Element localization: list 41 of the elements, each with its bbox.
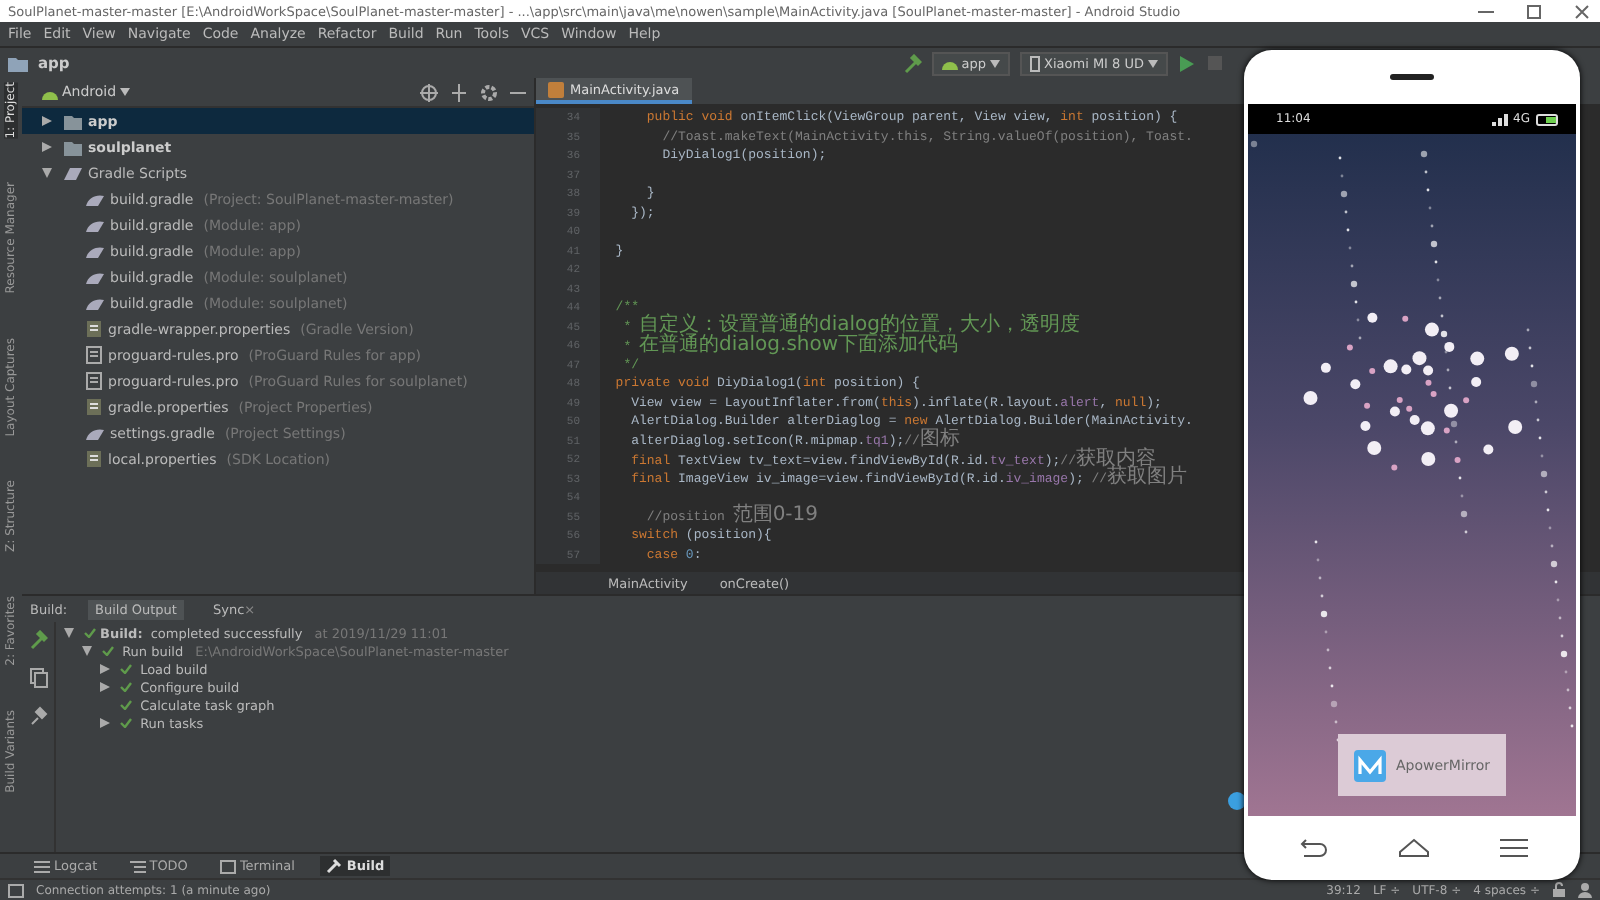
- gradle-file-icon: [86, 425, 104, 441]
- hammer-icon: [326, 858, 343, 874]
- collapsed-arrow-icon[interactable]: [100, 718, 110, 728]
- hammer-icon[interactable]: [28, 630, 48, 650]
- locate-icon[interactable]: [420, 83, 438, 101]
- java-file-icon: [548, 81, 564, 97]
- back-icon[interactable]: [1296, 838, 1329, 858]
- text-file-icon: [86, 346, 102, 364]
- run-icon[interactable]: [1178, 53, 1196, 73]
- maximize-icon[interactable]: [1524, 3, 1544, 19]
- menu-icon[interactable]: [1499, 838, 1528, 858]
- home-icon[interactable]: [1397, 838, 1430, 858]
- collapsed-arrow-icon[interactable]: [42, 116, 52, 126]
- window-icon[interactable]: [8, 883, 24, 897]
- close-icon[interactable]: [1572, 3, 1592, 19]
- scripts-folder-icon: [64, 165, 82, 181]
- collapse-icon[interactable]: [450, 83, 468, 101]
- lock-icon[interactable]: [1552, 882, 1566, 898]
- android-icon: [941, 56, 958, 70]
- checklist-icon: [129, 859, 146, 873]
- caret-icon: [1148, 59, 1158, 67]
- caret-icon: [120, 88, 131, 96]
- copy-icon[interactable]: [29, 668, 47, 688]
- collapsed-arrow-icon[interactable]: [42, 142, 52, 152]
- folder-icon: [8, 55, 28, 71]
- expanded-arrow-icon[interactable]: [42, 168, 52, 178]
- speaker-icon: [1390, 74, 1434, 80]
- properties-file-icon: [86, 320, 102, 338]
- text-file-icon: [86, 372, 102, 390]
- terminal-icon: [219, 859, 236, 873]
- phone-icon: [1030, 55, 1041, 71]
- settings-icon[interactable]: [480, 83, 498, 101]
- caret-icon: [990, 59, 1001, 67]
- hammer-icon[interactable]: [901, 53, 922, 73]
- properties-file-icon: [86, 398, 102, 416]
- properties-file-icon: [86, 450, 102, 468]
- person-icon[interactable]: [1578, 882, 1592, 898]
- battery-icon: [1536, 113, 1560, 125]
- logo-icon: [1354, 749, 1386, 781]
- list-icon: [34, 859, 50, 873]
- signal-icon: [1491, 113, 1508, 125]
